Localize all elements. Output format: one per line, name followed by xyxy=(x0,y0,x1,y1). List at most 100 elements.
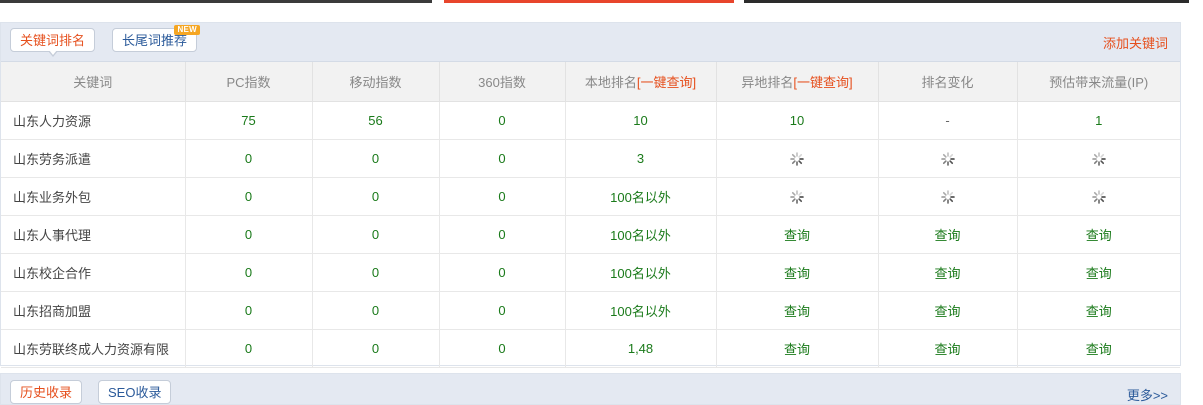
local-rank-cell-value: 100名以外 xyxy=(610,190,671,205)
local-rank-cell-value: 100名以外 xyxy=(610,304,671,319)
top-strip-segment-left xyxy=(0,0,432,3)
360-index-cell-value: 0 xyxy=(498,341,506,356)
table-row: 山东劳务派遣 0 0 0 3 xyxy=(1,139,1180,178)
keyword-ranking-panel: 关键词排名 长尾词推荐 NEW 添加关键词 关键词 PC指数 移动指数 360指… xyxy=(0,22,1181,368)
query-link[interactable]: 查询 xyxy=(1086,228,1112,243)
query-link[interactable]: 查询 xyxy=(934,266,960,281)
query-link[interactable]: 查询 xyxy=(784,304,810,319)
remote-rank-cell xyxy=(716,139,879,178)
col-keyword: 关键词 xyxy=(1,62,186,102)
query-link[interactable]: 查询 xyxy=(934,304,960,319)
col-mobile-index: 移动指数 xyxy=(312,62,440,102)
traffic-cell-value: 1 xyxy=(1095,113,1103,128)
pc-index-cell: 0 xyxy=(185,139,313,178)
360-index-cell-value: 0 xyxy=(498,113,506,128)
more-link[interactable]: 更多>> xyxy=(1127,385,1168,404)
keyword-cell-value: 山东业务外包 xyxy=(13,190,92,205)
query-link[interactable]: 查询 xyxy=(934,228,960,243)
360-index-cell-value: 0 xyxy=(498,227,506,242)
mobile-index-cell-value: 0 xyxy=(371,189,380,204)
mobile-index-cell-value: 0 xyxy=(371,227,380,242)
local-rank-cell-value: 10 xyxy=(633,113,648,128)
add-keyword-link[interactable]: 添加关键词 xyxy=(1103,33,1168,52)
top-strip xyxy=(0,0,1203,4)
query-link[interactable]: 查询 xyxy=(934,342,960,357)
local-rank-cell: 100名以外 xyxy=(565,291,717,330)
360-index-cell-value: 0 xyxy=(498,151,506,166)
tab-caret xyxy=(47,50,58,57)
traffic-cell: 查询 xyxy=(1017,329,1180,368)
mobile-index-cell-value: 0 xyxy=(371,341,380,356)
new-badge: NEW xyxy=(174,25,201,35)
query-link[interactable]: 查询 xyxy=(1086,342,1112,357)
traffic-cell: 查询 xyxy=(1017,253,1180,292)
col-local-rank-label: 本地排名 xyxy=(584,75,637,90)
keyword-cell-value: 山东校企合作 xyxy=(13,266,92,281)
local-rank-cell: 100名以外 xyxy=(565,215,717,254)
local-one-click-query-link[interactable]: [一键查询] xyxy=(637,75,696,90)
keyword-cell: 山东人力资源 xyxy=(1,101,186,140)
360-index-cell: 0 xyxy=(439,139,566,178)
360-index-cell: 0 xyxy=(439,253,566,292)
mobile-index-cell-value: 0 xyxy=(371,265,380,280)
table-row: 山东招商加盟 0 0 0 100名以外 查询 查询 查询 xyxy=(1,291,1180,330)
panel-header: 关键词排名 长尾词推荐 NEW 添加关键词 xyxy=(1,23,1180,62)
traffic-cell xyxy=(1017,139,1180,178)
table-header-row: 关键词 PC指数 移动指数 360指数 本地排名[一键查询] 异地排名[一键查询… xyxy=(1,62,1180,102)
local-rank-cell-value: 1,48 xyxy=(627,341,654,356)
loading-spinner-icon xyxy=(940,190,955,205)
360-index-cell: 0 xyxy=(439,291,566,330)
keyword-cell-value: 山东劳联终成人力资源有限 xyxy=(13,342,170,357)
tab-history-index[interactable]: 历史收录 xyxy=(10,380,83,404)
mobile-index-cell: 0 xyxy=(312,291,440,330)
remote-one-click-query-link[interactable]: [一键查询] xyxy=(793,75,852,90)
keyword-cell-value: 山东人力资源 xyxy=(13,114,92,129)
mobile-index-cell: 0 xyxy=(312,139,440,178)
pc-index-cell: 0 xyxy=(185,329,313,368)
360-index-cell: 0 xyxy=(439,329,566,368)
360-index-cell-value: 0 xyxy=(498,303,506,318)
remote-rank-cell: 查询 xyxy=(716,215,879,254)
tab-longtail[interactable]: 长尾词推荐 NEW xyxy=(112,25,201,52)
mobile-index-cell-value: 0 xyxy=(371,151,380,166)
pc-index-cell-value: 0 xyxy=(244,227,253,242)
table-row: 山东业务外包 0 0 0 100名以外 xyxy=(1,177,1180,216)
keyword-cell-value: 山东劳务派遣 xyxy=(13,152,92,167)
query-link[interactable]: 查询 xyxy=(1086,304,1112,319)
col-remote-rank-label: 异地排名 xyxy=(741,75,794,90)
table-row: 山东人事代理 0 0 0 100名以外 查询 查询 查询 xyxy=(1,215,1180,254)
rank-change-cell: 查询 xyxy=(878,329,1018,368)
pc-index-cell-value: 75 xyxy=(241,113,256,128)
keyword-cell: 山东人事代理 xyxy=(1,215,186,254)
local-rank-cell-value: 100名以外 xyxy=(610,228,671,243)
rank-change-cell: 查询 xyxy=(878,215,1018,254)
keyword-cell: 山东劳联终成人力资源有限 xyxy=(1,329,186,368)
query-link[interactable]: 查询 xyxy=(784,228,810,243)
query-link[interactable]: 查询 xyxy=(784,342,810,357)
remote-rank-cell: 查询 xyxy=(716,253,879,292)
360-index-cell: 0 xyxy=(439,101,566,140)
tab-seo-label: SEO收录 xyxy=(108,385,162,400)
no-change-dash: - xyxy=(945,113,950,128)
pc-index-cell-value: 0 xyxy=(244,341,253,356)
col-remote-rank: 异地排名[一键查询] xyxy=(716,62,879,102)
tab-history-label: 历史收录 xyxy=(20,385,73,400)
loading-spinner-icon xyxy=(1091,190,1106,205)
rank-change-cell: - xyxy=(878,101,1018,140)
query-link[interactable]: 查询 xyxy=(784,266,810,281)
rank-change-cell: 查询 xyxy=(878,253,1018,292)
tab-seo-index[interactable]: SEO收录 xyxy=(98,380,172,404)
360-index-cell: 0 xyxy=(439,177,566,216)
col-traffic: 预估带来流量(IP) xyxy=(1017,62,1180,102)
mobile-index-cell: 56 xyxy=(312,101,440,140)
loading-spinner-icon xyxy=(940,152,955,167)
360-index-cell: 0 xyxy=(439,215,566,254)
table-row: 山东人力资源 75 56 0 10 10 - 1 xyxy=(1,101,1180,140)
traffic-cell xyxy=(1017,177,1180,216)
query-link[interactable]: 查询 xyxy=(1086,266,1112,281)
mobile-index-cell-value: 0 xyxy=(371,303,380,318)
pc-index-cell-value: 0 xyxy=(244,151,253,166)
pc-index-cell-value: 0 xyxy=(244,189,253,204)
tab-keyword-rank[interactable]: 关键词排名 xyxy=(10,28,96,57)
loading-spinner-icon xyxy=(790,152,804,167)
